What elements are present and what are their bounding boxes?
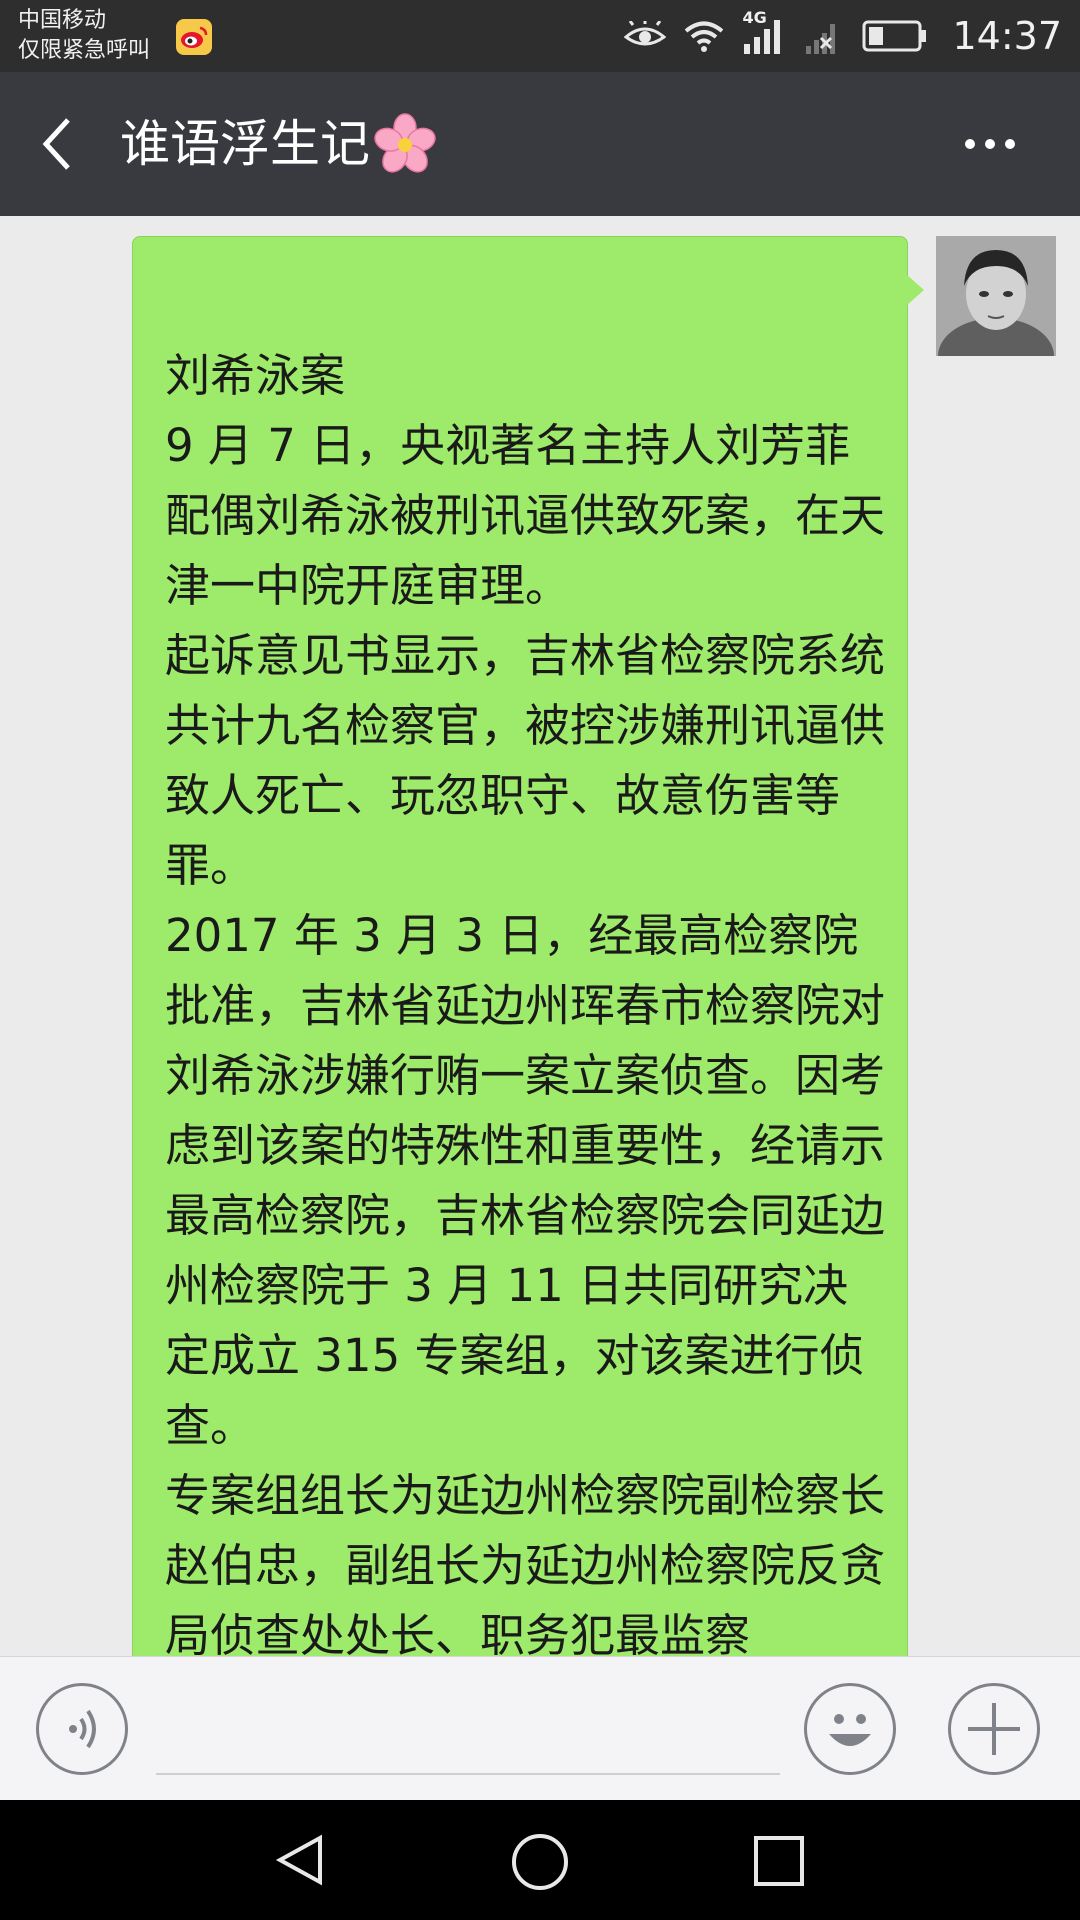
chat-title: 谁语浮生记 xyxy=(120,115,370,173)
message-bubble[interactable]: 刘希泳案 9 月 7 日，央视著名主持人刘芳菲配偶刘希泳被刑讯逼供致死案，在天津… xyxy=(132,236,908,1656)
weibo-icon xyxy=(176,19,212,55)
clock-time: 14:37 xyxy=(952,14,1062,58)
emoji-icon xyxy=(829,1714,871,1746)
bubble-tail xyxy=(906,274,924,306)
avatar[interactable] xyxy=(936,236,1056,356)
voice-button[interactable] xyxy=(36,1683,128,1775)
wifi-icon xyxy=(684,20,724,52)
input-bar xyxy=(0,1656,1080,1801)
battery-icon xyxy=(862,19,928,53)
network-type: 4G xyxy=(742,8,767,27)
chevron-left-icon[interactable] xyxy=(38,116,78,176)
emoji-button[interactable] xyxy=(804,1683,896,1775)
signal-icon: 4G xyxy=(742,8,786,56)
back-triangle-icon[interactable] xyxy=(272,1832,328,1888)
plus-icon xyxy=(968,1703,1020,1755)
carrier-name: 中国移动 xyxy=(18,8,107,33)
chat-area[interactable]: 刘希泳案 9 月 7 日，央视著名主持人刘芳菲配偶刘希泳被刑讯逼供致死案，在天津… xyxy=(0,216,1080,1656)
message-input[interactable] xyxy=(156,1773,780,1775)
recents-square-icon[interactable] xyxy=(752,1834,806,1888)
carrier-status: 仅限紧急呼叫 xyxy=(18,38,151,63)
status-bar: 中国移动 仅限紧急呼叫 4G 14:37 xyxy=(0,0,1080,72)
plus-button[interactable] xyxy=(948,1683,1040,1775)
status-icons: 4G 14:37 xyxy=(624,0,1062,72)
home-circle-icon[interactable] xyxy=(510,1832,570,1892)
no-signal-icon xyxy=(804,16,844,56)
system-nav-bar xyxy=(0,1800,1080,1920)
more-icon[interactable] xyxy=(960,132,1020,160)
eye-icon xyxy=(624,21,667,51)
carrier-info: 中国移动 仅限紧急呼叫 xyxy=(18,6,150,66)
voice-icon xyxy=(69,1709,96,1749)
chat-header: 谁语浮生记 xyxy=(0,72,1080,216)
cherry-blossom-icon xyxy=(372,112,438,182)
message-text: 刘希泳案 9 月 7 日，央视著名主持人刘芳菲配偶刘希泳被刑讯逼供致死案，在天津… xyxy=(165,349,886,1656)
